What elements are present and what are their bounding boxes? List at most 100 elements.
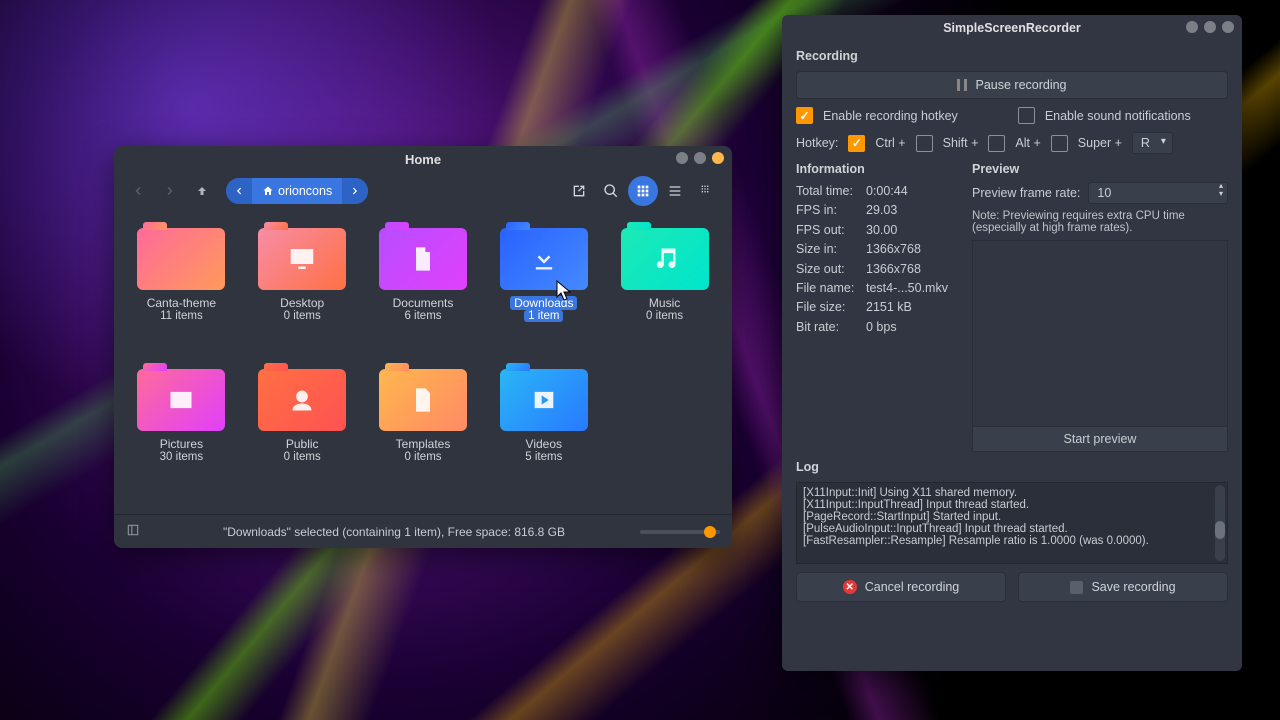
folder-name: Desktop — [280, 296, 324, 310]
hotkey-label: Hotkey: — [796, 136, 838, 150]
preview-area: Start preview — [972, 240, 1228, 452]
view-list-icon[interactable] — [660, 176, 690, 206]
folder-templates[interactable]: Templates0 items — [366, 365, 481, 500]
folder-music[interactable]: Music0 items — [607, 224, 722, 359]
info-value: test4-...50.mkv — [866, 279, 948, 298]
info-label: FPS out: — [796, 221, 860, 240]
save-recording-button[interactable]: Save recording — [1018, 572, 1228, 602]
path-forward-icon[interactable] — [342, 178, 368, 204]
info-label: Size in: — [796, 240, 860, 259]
folder-count: 0 items — [284, 451, 321, 463]
folder-name: Templates — [396, 437, 451, 451]
screenrecorder-titlebar: SimpleScreenRecorder — [782, 15, 1242, 41]
folder-desktop[interactable]: Desktop0 items — [245, 224, 360, 359]
info-value: 0 bps — [866, 318, 897, 337]
folder-downloads[interactable]: Downloads1 item — [486, 224, 601, 359]
path-back-icon[interactable] — [226, 178, 252, 204]
preview-rate-label: Preview frame rate: — [972, 186, 1080, 200]
path-segment-home[interactable]: orioncons — [252, 184, 342, 198]
sidebar-toggle-icon[interactable] — [126, 523, 148, 540]
info-label: File size: — [796, 298, 860, 317]
window-maximize-button[interactable] — [694, 152, 706, 164]
screenrecorder-title: SimpleScreenRecorder — [943, 21, 1081, 35]
info-label: FPS in: — [796, 201, 860, 220]
enable-hotkey-checkbox[interactable] — [796, 107, 813, 124]
cancel-icon: ✕ — [843, 580, 857, 594]
info-label: Bit rate: — [796, 318, 860, 337]
log-output[interactable]: [X11Input::Init] Using X11 shared memory… — [796, 482, 1228, 564]
hotkey-alt-checkbox[interactable] — [988, 135, 1005, 152]
window-close-button[interactable] — [712, 152, 724, 164]
cancel-recording-button[interactable]: ✕ Cancel recording — [796, 572, 1006, 602]
preview-label: Preview — [972, 162, 1228, 176]
log-scrollbar-thumb[interactable] — [1215, 521, 1225, 539]
file-manager-title: Home — [405, 152, 441, 167]
pause-recording-button[interactable]: Pause recording — [796, 71, 1228, 99]
nav-up-button[interactable] — [188, 177, 216, 205]
folder-count: 5 items — [525, 451, 562, 463]
folder-count: 0 items — [284, 310, 321, 322]
log-line: [PulseAudioInput::InputThread] Input thr… — [803, 523, 1221, 535]
folder-videos[interactable]: Videos5 items — [486, 365, 601, 500]
log-line: [PageRecord::StartInput] Started input. — [803, 511, 1221, 523]
folder-name: Videos — [526, 437, 562, 451]
hotkey-ctrl-checkbox[interactable] — [848, 135, 865, 152]
nav-back-button[interactable] — [124, 177, 152, 205]
log-label: Log — [796, 460, 1228, 474]
info-row: Total time:0:00:44 — [796, 182, 956, 201]
search-icon[interactable] — [596, 176, 626, 206]
folder-name: Pictures — [160, 437, 203, 451]
preview-rate-input[interactable]: 10 — [1088, 182, 1228, 204]
folder-name: Music — [649, 296, 680, 310]
folder-count: 6 items — [404, 310, 441, 322]
info-row: Size in: 1366x768 — [796, 240, 956, 259]
enable-sound-label: Enable sound notifications — [1045, 109, 1191, 123]
view-compact-icon[interactable] — [692, 176, 722, 206]
new-tab-icon[interactable] — [564, 176, 594, 206]
hotkey-key-select[interactable]: R — [1132, 132, 1173, 154]
info-value: 1366x768 — [866, 240, 921, 259]
info-row: Bit rate: 0 bps — [796, 318, 956, 337]
path-bar[interactable]: orioncons — [226, 178, 368, 204]
ssr-maximize-button[interactable] — [1204, 21, 1216, 33]
folder-name: Public — [286, 437, 319, 451]
info-row: File size:2151 kB — [796, 298, 956, 317]
file-manager-toolbar: orioncons — [114, 172, 732, 210]
enable-sound-checkbox[interactable] — [1018, 107, 1035, 124]
view-grid-icon[interactable] — [628, 176, 658, 206]
info-label: Size out: — [796, 260, 860, 279]
folder-count: 11 items — [160, 310, 203, 322]
folder-public[interactable]: Public0 items — [245, 365, 360, 500]
hotkey-super-checkbox[interactable] — [1051, 135, 1068, 152]
nav-forward-button[interactable] — [156, 177, 184, 205]
enable-hotkey-label: Enable recording hotkey — [823, 109, 958, 123]
log-line: [X11Input::InputThread] Input thread sta… — [803, 499, 1221, 511]
info-label: File name: — [796, 279, 860, 298]
folder-name: Downloads — [510, 296, 577, 310]
folder-name: Documents — [393, 296, 454, 310]
information-label: Information — [796, 162, 956, 176]
info-value: 29.03 — [866, 201, 897, 220]
zoom-slider[interactable] — [640, 530, 720, 534]
pause-icon — [957, 79, 967, 91]
window-minimize-button[interactable] — [676, 152, 688, 164]
info-value: 1366x768 — [866, 260, 921, 279]
preview-panel: Preview Preview frame rate: 10 Note: Pre… — [972, 162, 1228, 452]
screenrecorder-window: SimpleScreenRecorder Recording Pause rec… — [782, 15, 1242, 671]
folder-name: Canta-theme — [147, 296, 216, 310]
hotkey-shift-checkbox[interactable] — [916, 135, 933, 152]
ssr-close-button[interactable] — [1222, 21, 1234, 33]
start-preview-button[interactable]: Start preview — [973, 426, 1227, 451]
info-row: FPS out: 30.00 — [796, 221, 956, 240]
preview-note: Note: Previewing requires extra CPU time… — [972, 210, 1228, 234]
folder-grid: Canta-theme11 itemsDesktop0 itemsDocumen… — [114, 210, 732, 514]
folder-documents[interactable]: Documents6 items — [366, 224, 481, 359]
save-icon — [1070, 581, 1083, 594]
folder-pictures[interactable]: Pictures30 items — [124, 365, 239, 500]
log-line: [FastResampler::Resample] Resample ratio… — [803, 535, 1221, 547]
ssr-minimize-button[interactable] — [1186, 21, 1198, 33]
folder-canta-theme[interactable]: Canta-theme11 items — [124, 224, 239, 359]
info-value: 0:00:44 — [866, 182, 908, 201]
folder-count: 0 items — [404, 451, 441, 463]
info-value: 30.00 — [866, 221, 897, 240]
